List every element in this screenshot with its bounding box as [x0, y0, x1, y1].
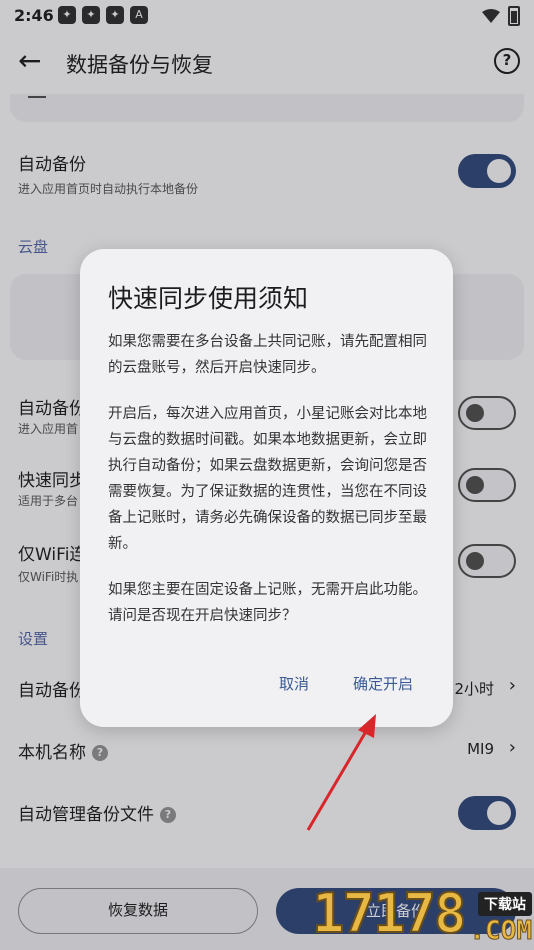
page-title: 数据备份与恢复 — [66, 53, 213, 77]
cloud-section-header: 云盘 — [18, 238, 49, 256]
quick-sync-subtitle: 适用于多台 — [18, 494, 79, 508]
dialog-body: 如果您需要在多台设备上共同记账，请先配置相同的云盘账号，然后开启快速同步。 开启… — [108, 329, 428, 649]
device-name-row[interactable]: 本机名称? MI9 › — [0, 737, 534, 768]
cloud-auto-backup-title: 自动备份 — [18, 399, 86, 419]
wifi-icon — [482, 9, 500, 23]
confirm-enable-button[interactable]: 确定开启 — [353, 673, 413, 694]
dialog-paragraph: 如果您需要在多台设备上共同记账，请先配置相同的云盘账号，然后开启快速同步。 — [108, 334, 427, 376]
red-annotation-arrow-icon — [306, 714, 376, 831]
dialog-paragraph: 如果您主要在固定设备上记账，无需开启此功能。请问是否现在开启快速同步？ — [108, 582, 427, 624]
status-time: 2:46 — [14, 6, 54, 25]
auto-backup-interval-value: 2小时 — [454, 680, 494, 698]
divider — [28, 96, 46, 98]
status-bar: 2:46 ✦ ✦ ✦ A — [0, 0, 534, 30]
chevron-right-icon: › — [508, 737, 516, 758]
help-icon[interactable]: ? — [494, 48, 520, 74]
bottom-action-bar: 恢复数据 立即备份 — [0, 868, 534, 950]
app-notification-icon: ✦ — [82, 6, 100, 24]
auto-manage-title: 自动管理备份文件? — [18, 800, 176, 825]
app-bar: ← 数据备份与恢复 ? — [0, 30, 534, 94]
wifi-only-title: 仅WiFi连 — [18, 545, 87, 565]
wifi-only-toggle[interactable] — [458, 544, 516, 578]
backup-now-button[interactable]: 立即备份 — [276, 888, 516, 934]
auto-backup-row[interactable]: 自动备份 进入应用首页时自动执行本地备份 — [0, 146, 534, 206]
auto-backup-toggle[interactable] — [458, 154, 516, 188]
quick-sync-toggle[interactable] — [458, 468, 516, 502]
dialog-title: 快速同步使用须知 — [108, 284, 309, 313]
auto-backup-interval-title: 自动备份 — [18, 681, 86, 701]
battery-icon — [508, 6, 520, 26]
back-arrow-icon[interactable]: ← — [18, 47, 46, 76]
device-name-title: 本机名称? — [18, 738, 108, 763]
notification-icons: ✦ ✦ ✦ A — [58, 6, 148, 24]
app-notification-icon: ✦ — [58, 6, 76, 24]
auto-backup-title: 自动备份 — [18, 155, 86, 175]
auto-backup-subtitle: 进入应用首页时自动执行本地备份 — [18, 182, 199, 196]
app-notification-icon: ✦ — [106, 6, 124, 24]
cloud-auto-backup-subtitle: 进入应用首 — [18, 422, 79, 436]
help-circle-icon[interactable]: ? — [92, 745, 108, 761]
dialog-paragraph: 开启后，每次进入应用首页，小星记账会对比本地与云盘的数据时间戳。如果本地数据更新… — [108, 406, 427, 552]
cloud-auto-backup-toggle[interactable] — [458, 396, 516, 430]
quick-sync-dialog: 快速同步使用须知 如果您需要在多台设备上共同记账，请先配置相同的云盘账号，然后开… — [80, 249, 453, 727]
chevron-right-icon: › — [508, 675, 516, 696]
wifi-only-subtitle: 仅WiFi时执 — [18, 570, 79, 584]
device-name-value: MI9 — [467, 740, 494, 758]
a-notification-icon: A — [130, 6, 148, 24]
top-card — [10, 94, 524, 122]
dialog-actions: 取消 确定开启 — [279, 673, 413, 694]
restore-data-button[interactable]: 恢复数据 — [18, 888, 258, 934]
quick-sync-title: 快速同步 — [18, 471, 86, 491]
auto-manage-row[interactable]: 自动管理备份文件? — [0, 796, 534, 830]
auto-manage-toggle[interactable] — [458, 796, 516, 830]
settings-section-header: 设置 — [18, 630, 49, 648]
help-circle-icon[interactable]: ? — [160, 807, 176, 823]
cancel-button[interactable]: 取消 — [279, 673, 309, 694]
